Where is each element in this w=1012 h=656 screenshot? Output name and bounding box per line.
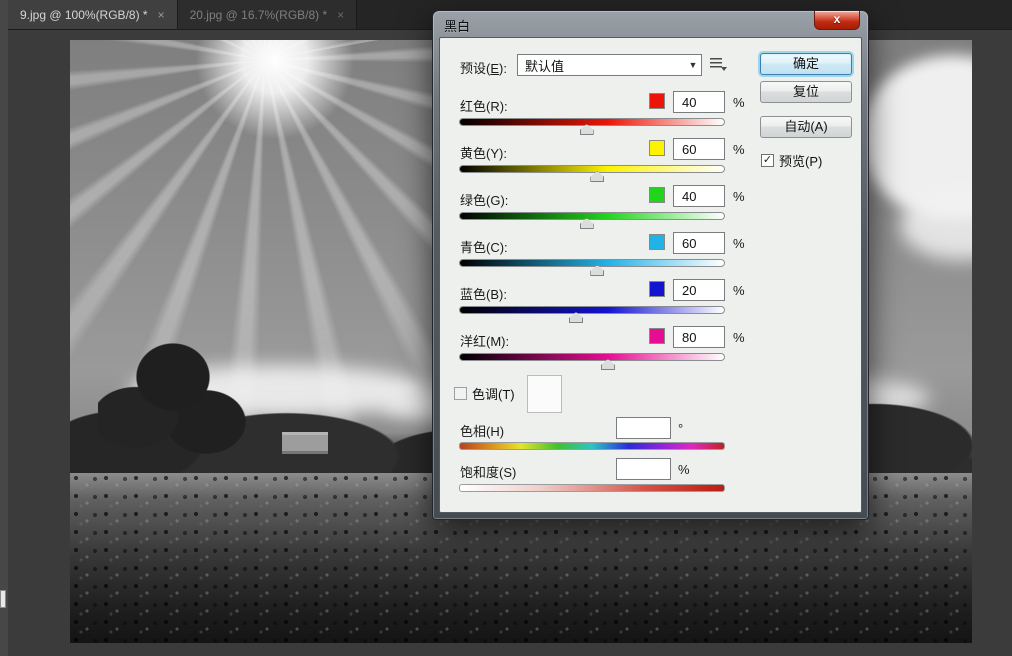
hue-label: 色相(H) [460,421,504,440]
channel-label: 青色(C): [460,237,508,256]
hue-input[interactable] [616,417,671,439]
black-white-dialog: 黑白 x 预设(E): 默认值 ▼ 确定 复位 自动(A) ✓ 预览(P) 红色… [432,10,869,520]
slider-track[interactable] [459,118,725,126]
saturation-input[interactable] [616,458,671,480]
channel-unit: % [733,330,745,345]
channel-slider-row: 蓝色(B): % [440,279,861,326]
preset-options-icon[interactable] [710,57,726,71]
preset-selected-value: 默认值 [518,56,685,75]
tools-panel-edge [0,0,8,656]
checkbox-unchecked-icon[interactable] [454,387,467,400]
tab-label: 20.jpg @ 16.7%(RGB/8) * [190,8,328,22]
channel-label: 绿色(G): [460,190,508,209]
channel-label: 蓝色(B): [460,284,507,303]
saturation-label: 饱和度(S) [460,462,516,481]
ok-button[interactable]: 确定 [760,53,852,75]
channel-value-input[interactable] [673,91,725,113]
tint-label: 色调(T) [472,384,515,403]
slider-track[interactable] [459,259,725,267]
channel-unit: % [733,236,745,251]
channel-label: 红色(R): [460,96,508,115]
channel-value-input[interactable] [673,326,725,348]
tab-label: 9.jpg @ 100%(RGB/8) * [20,8,148,22]
dialog-body: 预设(E): 默认值 ▼ 确定 复位 自动(A) ✓ 预览(P) 红色(R): … [439,37,862,513]
channel-slider-row: 黄色(Y): % [440,138,861,185]
preset-label: 预设(E): [460,58,507,77]
slider-track[interactable] [459,212,725,220]
channel-value-input[interactable] [673,232,725,254]
dialog-close-button[interactable]: x [814,11,860,30]
channel-value-input[interactable] [673,279,725,301]
tall-tree [98,335,248,485]
preset-dropdown[interactable]: 默认值 ▼ [517,54,702,76]
slider-track[interactable] [459,353,725,361]
channel-slider-row: 洋红(M): % [440,326,861,373]
channel-color-swatch [649,187,665,203]
channel-slider-row: 红色(R): % [440,91,861,138]
channel-label: 黄色(Y): [460,143,507,162]
channel-color-swatch [649,234,665,250]
saturation-gradient-bar[interactable] [459,484,725,492]
channel-value-input[interactable] [673,185,725,207]
saturation-unit: % [678,462,690,477]
channel-label: 洋红(M): [460,331,509,350]
hue-unit: ° [678,421,683,436]
tint-color-swatch[interactable] [527,375,562,413]
color-swatch-chip[interactable] [0,590,6,608]
channel-slider[interactable] [459,350,725,370]
hue-gradient-bar[interactable] [459,442,725,450]
channel-color-swatch [649,93,665,109]
chevron-down-icon: ▼ [685,60,701,70]
slider-track[interactable] [459,165,725,173]
channel-unit: % [733,189,745,204]
channel-slider[interactable] [459,303,725,323]
photoshop-window: 9.jpg @ 100%(RGB/8) * × 20.jpg @ 16.7%(R… [0,0,1012,656]
channel-color-swatch [649,328,665,344]
dialog-title: 黑白 [444,16,470,35]
slider-track[interactable] [459,306,725,314]
channel-slider[interactable] [459,256,725,276]
tab-close-icon[interactable]: × [337,8,344,22]
distant-building [282,432,328,454]
channel-unit: % [733,142,745,157]
channel-unit: % [733,95,745,110]
channel-slider-row: 青色(C): % [440,232,861,279]
menu-arrow-icon [721,67,727,71]
channel-slider-row: 绿色(G): % [440,185,861,232]
tab-document-2[interactable]: 20.jpg @ 16.7%(RGB/8) * × [178,0,358,29]
channel-color-swatch [649,281,665,297]
tab-close-icon[interactable]: × [158,8,165,22]
channel-value-input[interactable] [673,138,725,160]
tab-document-1[interactable]: 9.jpg @ 100%(RGB/8) * × [8,0,178,29]
channel-unit: % [733,283,745,298]
channel-slider[interactable] [459,209,725,229]
tint-checkbox[interactable]: 色调(T) [454,384,515,403]
channel-slider[interactable] [459,115,725,135]
channel-slider[interactable] [459,162,725,182]
channel-color-swatch [649,140,665,156]
